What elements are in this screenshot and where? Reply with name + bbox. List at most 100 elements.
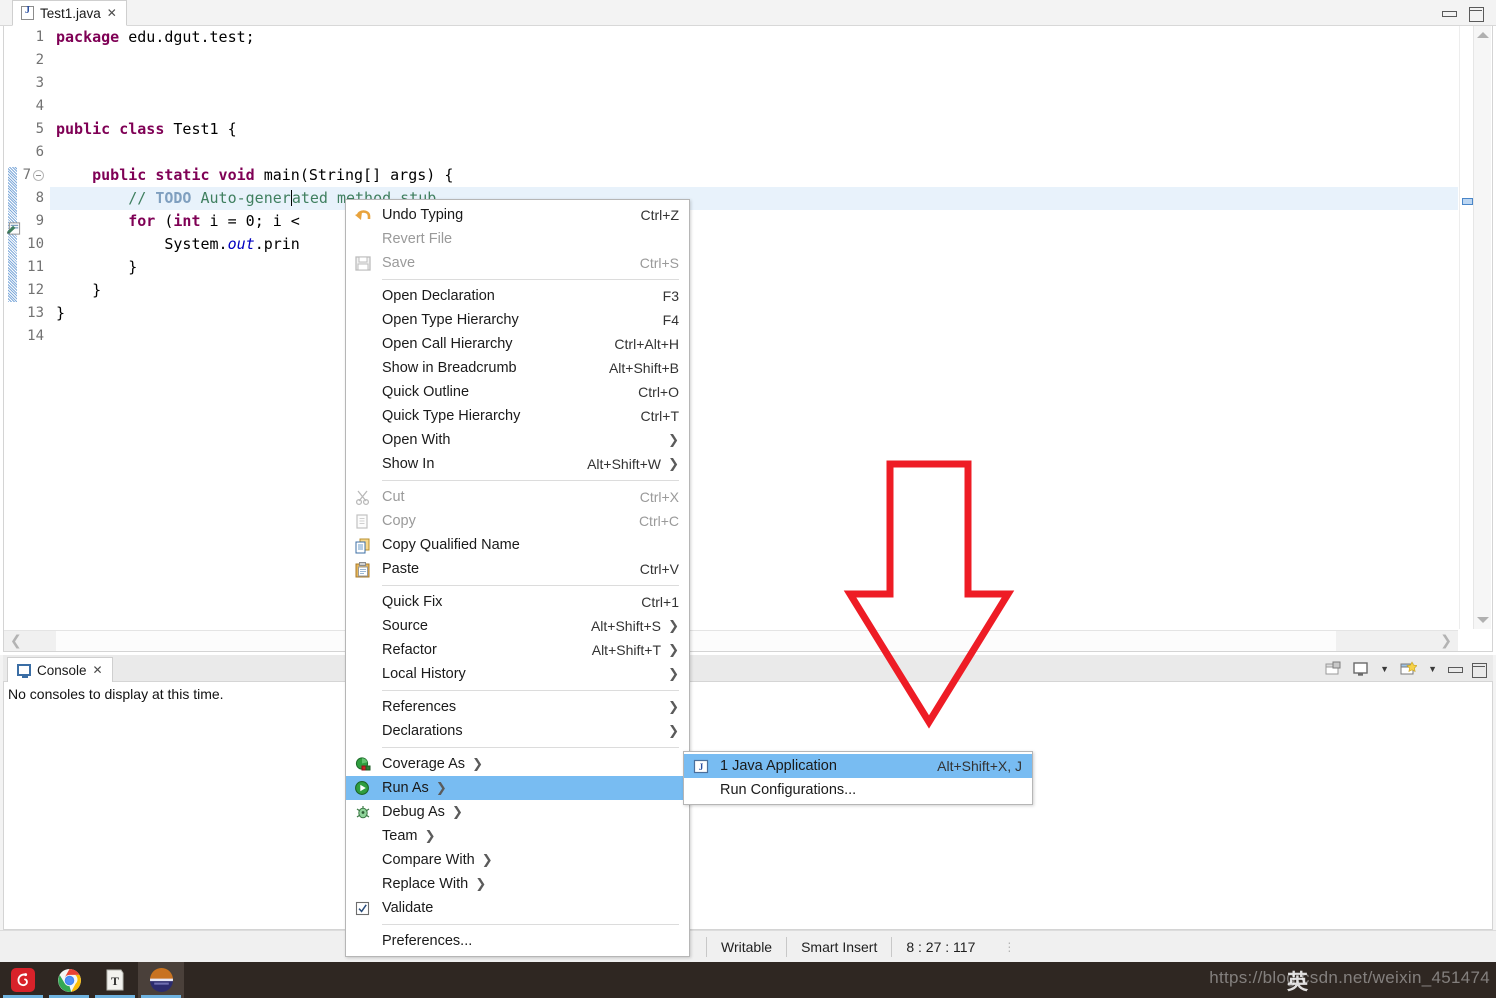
menu-label: Save	[382, 255, 416, 271]
submenu-item-run-configurations[interactable]: Run Configurations...	[684, 778, 1032, 802]
menu-label: Local History	[382, 666, 466, 682]
menu-item-show-in-breadcrumb[interactable]: Show in Breadcrumb Alt+Shift+B	[346, 356, 689, 380]
maximize-icon[interactable]	[1472, 663, 1487, 678]
submenu-accel: Alt+Shift+X, J	[937, 758, 1022, 774]
menu-item-debug-as[interactable]: Debug As ❯	[346, 800, 689, 824]
code-line-8: // TODO Auto-generated method stub	[50, 187, 1458, 210]
line-number: 8	[35, 190, 44, 206]
menu-accel: Ctrl+S	[639, 255, 679, 271]
menu-item-replace-with[interactable]: Replace With ❯	[346, 872, 689, 896]
new-console-view-icon[interactable]	[1400, 661, 1418, 677]
editor-context-menu[interactable]: Undo Typing Ctrl+Z Revert File Save Ctrl…	[345, 199, 690, 957]
console-toolbar: ▼ ▼	[1325, 658, 1487, 680]
line-number: 6	[35, 144, 44, 160]
menu-item-copy-qualified-name[interactable]: Copy Qualified Name	[346, 533, 689, 557]
scroll-up-icon[interactable]	[1477, 32, 1489, 38]
checkbox-icon	[355, 901, 370, 916]
menu-item-local-history[interactable]: Local History ❯	[346, 662, 689, 686]
menu-item-refactor[interactable]: Refactor Alt+Shift+T ❯	[346, 638, 689, 662]
chevron-right-icon: ❯	[668, 456, 679, 472]
line-number: 11	[27, 259, 44, 275]
menu-label: Replace With	[382, 876, 469, 892]
open-console-icon[interactable]	[1325, 661, 1342, 677]
fold-collapse-icon[interactable]	[33, 169, 44, 181]
taskbar-item-eclipse[interactable]	[138, 962, 184, 998]
status-bar: Writable Smart Insert 8 : 27 : 117 ⋮	[0, 930, 1496, 962]
status-resize-grip[interactable]: ⋮	[1003, 940, 1016, 954]
taskbar-item-netease-music[interactable]	[0, 962, 46, 998]
scroll-down-icon[interactable]	[1477, 617, 1489, 623]
run-as-submenu[interactable]: J 1 Java Application Alt+Shift+X, J Run …	[683, 751, 1033, 805]
menu-label: Cut	[382, 489, 405, 505]
menu-label: Debug As	[382, 804, 445, 820]
minimize-icon[interactable]	[1448, 663, 1463, 675]
maximize-icon[interactable]	[1469, 7, 1484, 22]
watermark-suffix: 474	[1460, 968, 1490, 987]
code-line-11: }	[56, 258, 138, 276]
menu-item-coverage-as[interactable]: Coverage As ❯	[346, 752, 689, 776]
menu-item-quick-fix[interactable]: Quick Fix Ctrl+1	[346, 590, 689, 614]
chevron-right-icon: ❯	[435, 780, 447, 796]
menu-item-undo-typing[interactable]: Undo Typing Ctrl+Z	[346, 203, 689, 227]
chevron-right-icon: ❯	[451, 804, 463, 820]
menu-item-open-declaration[interactable]: Open Declaration F3	[346, 284, 689, 308]
menu-item-team[interactable]: Team ❯	[346, 824, 689, 848]
console-tab-label: Console	[37, 662, 87, 678]
editor-overview-ruler[interactable]	[1459, 26, 1473, 629]
menu-item-source[interactable]: Source Alt+Shift+S ❯	[346, 614, 689, 638]
close-icon[interactable]: ✕	[107, 7, 117, 19]
menu-item-declarations[interactable]: Declarations ❯	[346, 719, 689, 743]
overview-marker[interactable]	[1462, 198, 1473, 205]
close-icon[interactable]: ✕	[93, 664, 103, 676]
submenu-item-java-application[interactable]: J 1 Java Application Alt+Shift+X, J	[684, 754, 1032, 778]
chevron-right-icon: ❯	[668, 723, 679, 739]
menu-item-run-as[interactable]: Run As ❯	[346, 776, 689, 800]
hscroll-thumb[interactable]	[56, 631, 1336, 651]
menu-item-open-type-hierarchy[interactable]: Open Type Hierarchy F4	[346, 308, 689, 332]
menu-item-paste[interactable]: Paste Ctrl+V	[346, 557, 689, 581]
menu-item-validate[interactable]: Validate	[346, 896, 689, 920]
menu-label: Revert File	[382, 231, 453, 247]
menu-accel: Alt+Shift+S	[590, 618, 661, 634]
undo-icon	[355, 210, 371, 220]
menu-label: Undo Typing	[382, 207, 464, 223]
editor-vertical-scrollbar[interactable]	[1473, 26, 1491, 629]
code-text-area[interactable]: package edu.dgut.test; public class Test…	[50, 26, 1458, 629]
menu-item-open-with[interactable]: Open With ❯	[346, 428, 689, 452]
taskbar-item-text-editor[interactable]: T	[92, 962, 138, 998]
line-number: 10	[27, 236, 44, 252]
menu-item-compare-with[interactable]: Compare With ❯	[346, 848, 689, 872]
menu-item-revert-file: Revert File	[346, 227, 689, 251]
new-console-view-dropdown-icon[interactable]: ▼	[1428, 664, 1437, 674]
editor-tab-label: Test1.java	[40, 5, 101, 21]
submenu-label: Run Configurations...	[720, 782, 857, 798]
tab-console[interactable]: Console ✕	[7, 657, 113, 682]
scroll-left-icon[interactable]: ❮	[10, 633, 22, 649]
scroll-right-icon[interactable]: ❯	[1440, 633, 1452, 649]
line-number: 12	[27, 282, 44, 298]
menu-item-show-in[interactable]: Show In Alt+Shift+W ❯	[346, 452, 689, 476]
minimize-icon[interactable]	[1442, 7, 1457, 19]
code-editor: 1 2 3 4 5 6 7 8 9 10 11 12 13 14 package…	[0, 26, 1496, 652]
display-selected-console-dropdown-icon[interactable]: ▼	[1380, 664, 1389, 674]
menu-accel: Ctrl+V	[639, 561, 679, 577]
menu-separator	[382, 924, 679, 925]
console-output-area[interactable]: No consoles to display at this time.	[3, 682, 1493, 930]
menu-item-references[interactable]: References ❯	[346, 695, 689, 719]
menu-item-preferences[interactable]: Preferences...	[346, 929, 689, 953]
display-selected-console-icon[interactable]	[1353, 661, 1369, 677]
coverage-icon	[355, 757, 371, 771]
menu-label: Preferences...	[382, 933, 473, 949]
menu-item-open-call-hierarchy[interactable]: Open Call Hierarchy Ctrl+Alt+H	[346, 332, 689, 356]
debug-icon	[356, 806, 370, 819]
menu-item-quick-outline[interactable]: Quick Outline Ctrl+O	[346, 380, 689, 404]
menu-item-quick-type-hierarchy[interactable]: Quick Type Hierarchy Ctrl+T	[346, 404, 689, 428]
menu-label: Quick Outline	[382, 384, 470, 400]
editor-horizontal-scrollbar[interactable]: ❮ ❯	[4, 630, 1458, 651]
status-insert-mode: Smart Insert	[801, 938, 878, 955]
editor-tab-test1java[interactable]: Test1.java ✕	[12, 0, 127, 26]
menu-label: Quick Fix	[382, 594, 443, 610]
taskbar-item-google-chrome[interactable]	[46, 962, 92, 998]
menu-label: Compare With	[382, 852, 475, 868]
